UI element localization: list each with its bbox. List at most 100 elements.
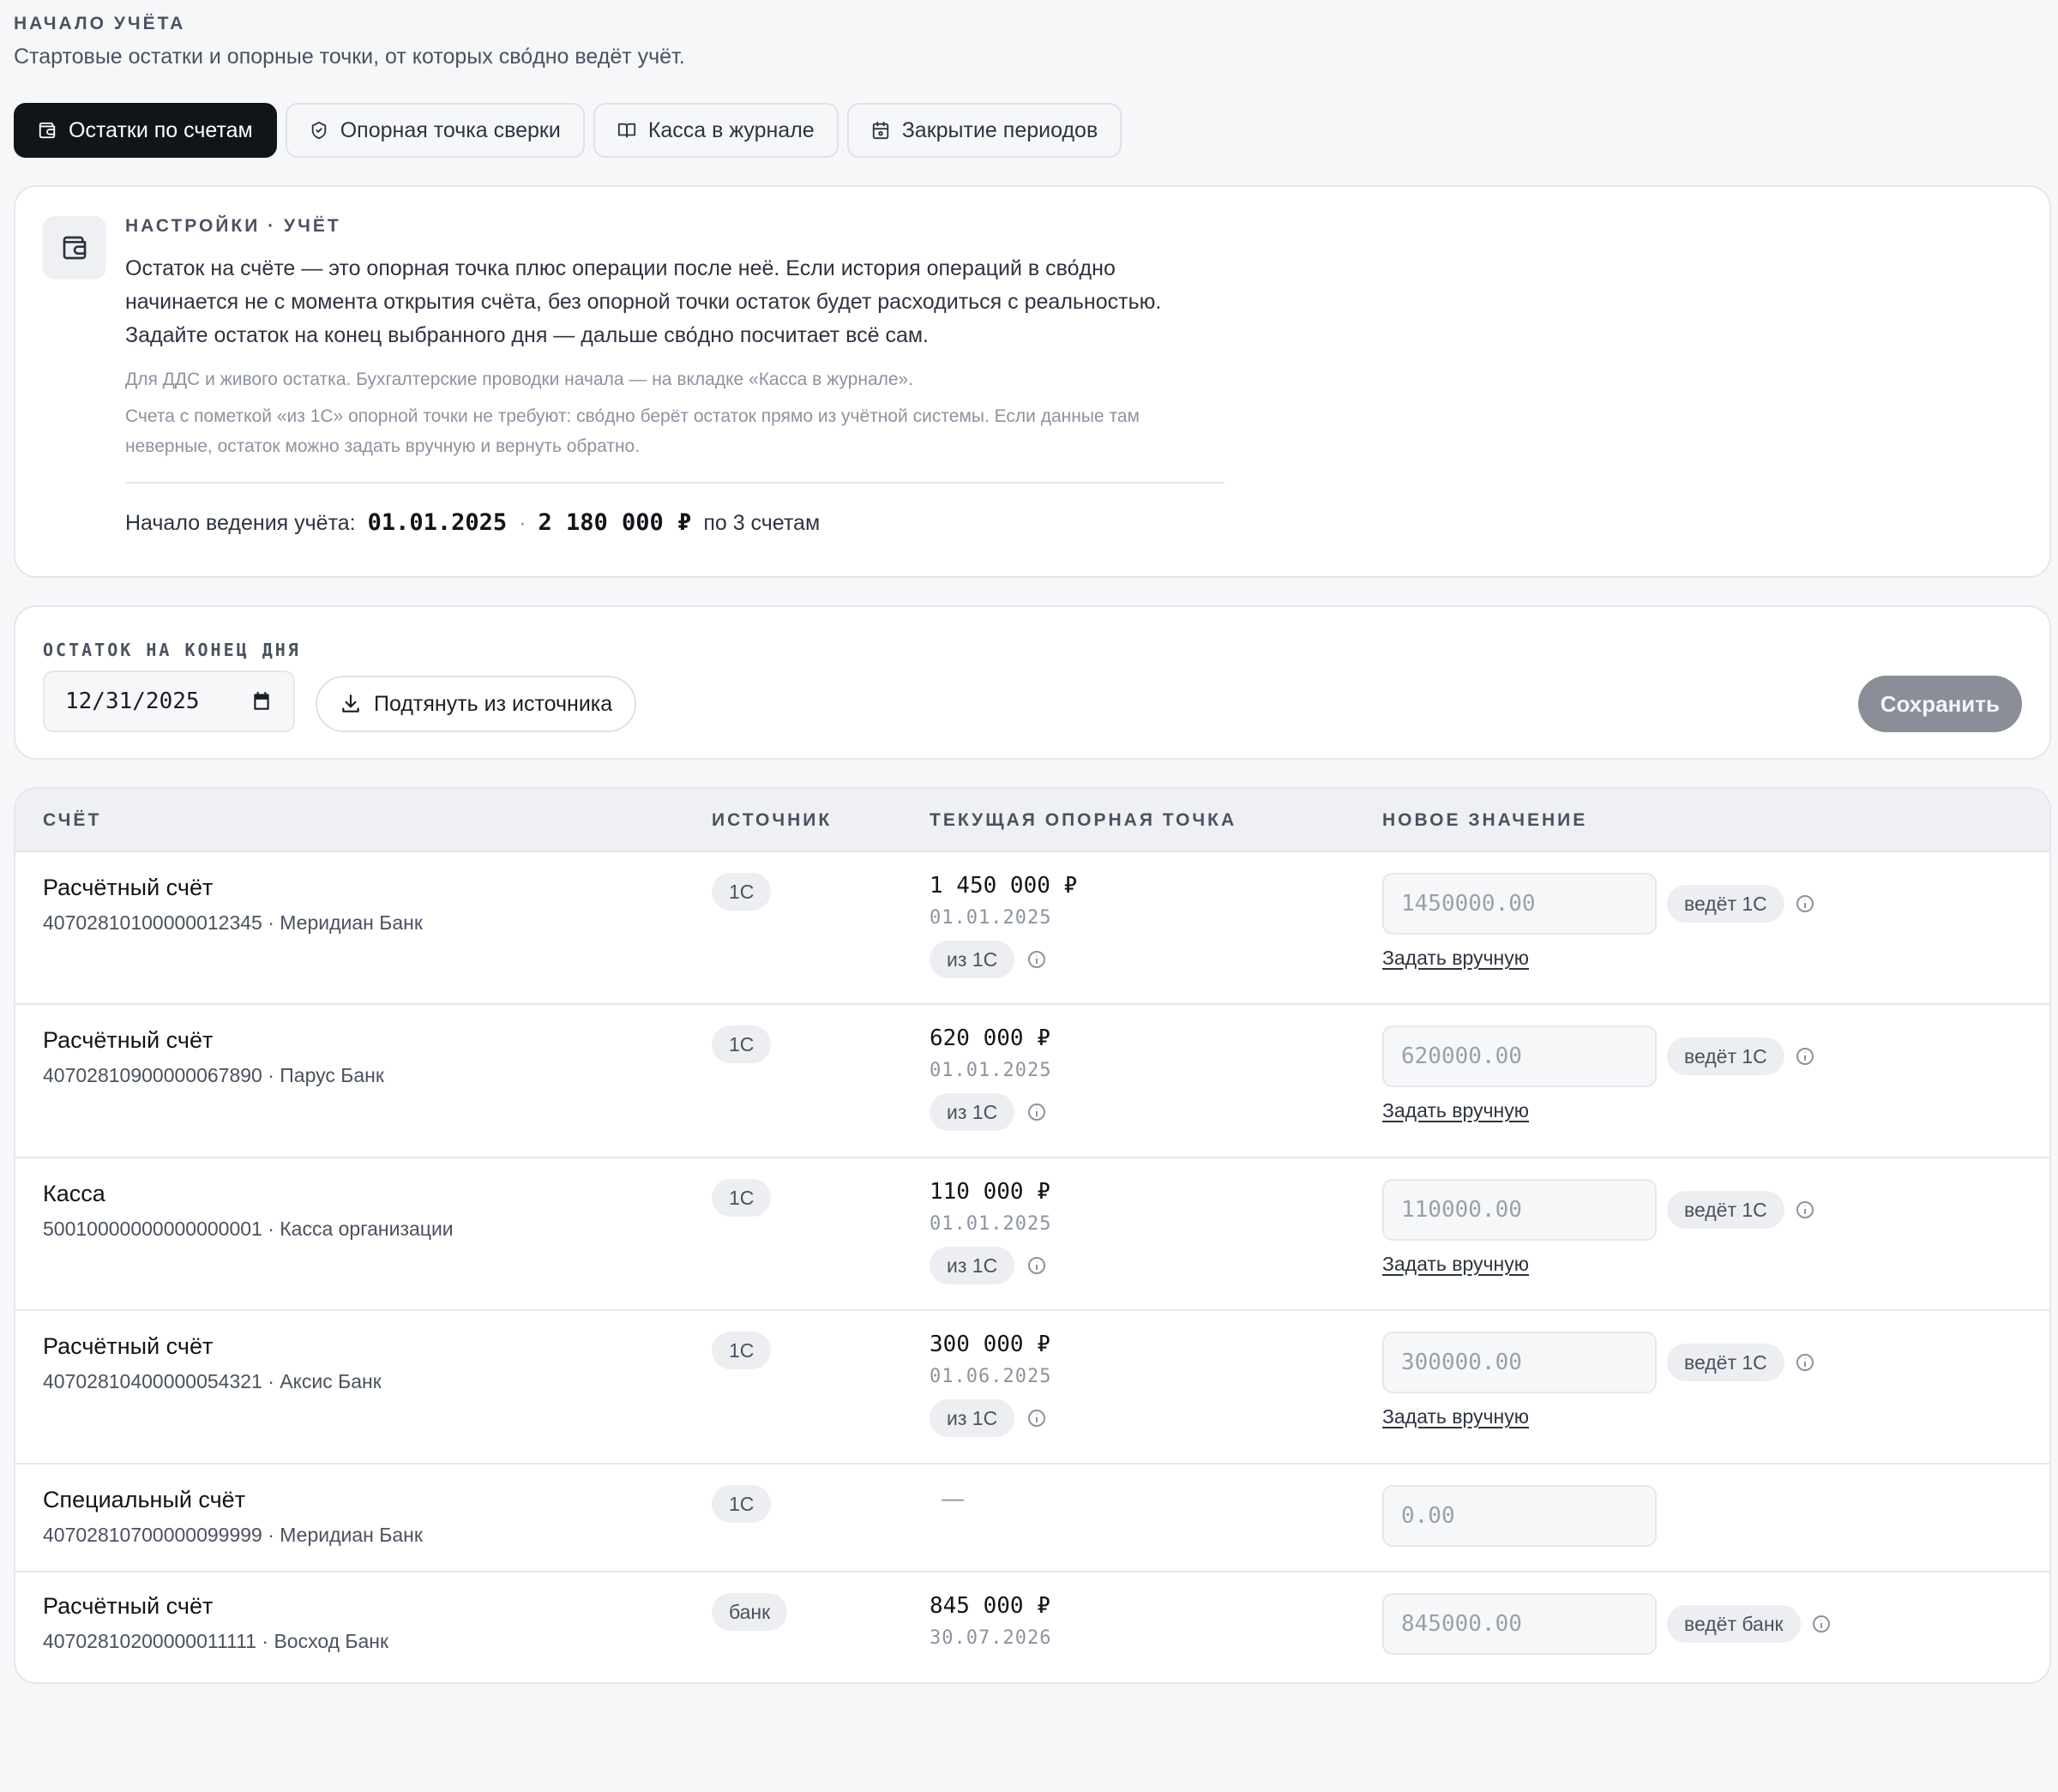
new-value-input[interactable]: 845000.00	[1382, 1593, 1657, 1655]
table-row: Касса 50010000000000000001 · Касса орган…	[15, 1158, 2049, 1311]
from-1c-badge: из 1С	[930, 941, 1015, 978]
end-of-day-label: ОСТАТОК НА КОНЕЦ ДНЯ	[43, 640, 301, 660]
settings-card: НАСТРОЙКИ · УЧЁТ Остаток на счёте — это …	[14, 185, 2051, 578]
new-value-input[interactable]: 300000.00	[1382, 1332, 1657, 1393]
account-number: 40702810200000011111 · Восход Банк	[43, 1630, 389, 1652]
info-icon[interactable]	[1026, 1408, 1047, 1428]
new-value-input[interactable]: 1450000.00	[1382, 873, 1657, 935]
accounting-start-total: 2 180 000 ₽	[538, 509, 692, 536]
accounting-start-date: 01.01.2025	[367, 509, 508, 536]
account-number: 40702810900000067890 · Парус Банк	[43, 1064, 384, 1086]
leads-badge: ведёт 1С	[1667, 1344, 1784, 1381]
info-icon[interactable]	[1795, 1200, 1815, 1220]
current-amount: 110 000 ₽	[930, 1179, 1050, 1205]
account-name: Касса	[43, 1181, 105, 1206]
table-row: Расчётный счёт 40702810200000011111 · Во…	[15, 1573, 2049, 1682]
account-number: 40702810700000099999 · Меридиан Банк	[43, 1524, 423, 1546]
settings-body: НАСТРОЙКИ · УЧЁТ Остаток на счёте — это …	[125, 216, 1231, 536]
column-header-current-point: ТЕКУЩАЯ ОПОРНАЯ ТОЧКА	[930, 810, 1237, 830]
settings-eyebrow: НАСТРОЙКИ · УЧЁТ	[125, 216, 341, 236]
pull-from-source-button[interactable]: Подтянуть из источника	[316, 676, 637, 732]
shield-check-icon	[311, 121, 326, 140]
info-icon[interactable]	[1795, 1352, 1815, 1373]
download-icon	[342, 695, 359, 713]
account-name: Специальный счёт	[43, 1487, 246, 1512]
account-name: Расчётный счёт	[43, 1027, 214, 1053]
account-name: Расчётный счёт	[43, 1593, 214, 1619]
accounting-start-label: Начало ведения учёта:	[125, 511, 356, 535]
section-subtitle: Стартовые остатки и опорные точки, от ко…	[14, 45, 685, 69]
from-1c-badge: из 1С	[930, 1247, 1015, 1284]
source-badge: 1С	[712, 1179, 772, 1217]
table-row: Расчётный счёт 40702810400000054321 · Ак…	[15, 1311, 2049, 1464]
column-header-account: СЧЁТ	[43, 810, 102, 830]
wallet-icon	[39, 122, 56, 139]
account-number: 40702810100000012345 · Меридиан Банк	[43, 911, 423, 934]
info-icon[interactable]	[1795, 893, 1815, 914]
set-manually-link[interactable]: Задать вручную	[1382, 1253, 1529, 1276]
tab-account-balances[interactable]: Остатки по счетам	[14, 103, 277, 158]
settings-note-dds: Для ДДС и живого остатка. Бухгалтерские …	[125, 370, 914, 389]
set-manually-link[interactable]: Задать вручную	[1382, 1099, 1529, 1122]
settings-description: Остаток на счёте — это опорная точка плю…	[125, 256, 1162, 347]
current-date: 01.01.2025	[930, 1213, 1052, 1235]
no-current-point: —	[942, 1485, 964, 1511]
column-header-source: ИСТОЧНИК	[712, 810, 833, 830]
info-icon[interactable]	[1811, 1614, 1832, 1634]
section-eyebrow: НАЧАЛО УЧЁТА	[14, 14, 186, 33]
wallet-icon	[63, 236, 87, 260]
from-1c-badge: из 1С	[930, 1399, 1015, 1437]
new-value-input[interactable]: 620000.00	[1382, 1025, 1657, 1087]
column-header-new-value: НОВОЕ ЗНАЧЕНИЕ	[1382, 810, 1588, 830]
settings-icon-tile	[43, 216, 106, 280]
current-date: 01.01.2025	[930, 1060, 1052, 1081]
tab-label: Опорная точка сверки	[340, 117, 561, 142]
accounting-start-summary: Начало ведения учёта: 01.01.2025 · 2 180…	[125, 509, 1231, 536]
account-number: 40702810400000054321 · Аксис Банк	[43, 1370, 382, 1392]
set-manually-link[interactable]: Задать вручную	[1382, 947, 1529, 970]
settings-note-1c: Счета с пометкой «из 1С» опорной точки н…	[125, 406, 1140, 456]
current-amount: 1 450 000 ₽	[930, 873, 1078, 899]
info-icon[interactable]	[1026, 1102, 1047, 1122]
balances-table: СЧЁТ ИСТОЧНИК ТЕКУЩАЯ ОПОРНАЯ ТОЧКА НОВО…	[14, 787, 2051, 1684]
calendar-icon[interactable]	[250, 690, 273, 713]
source-badge: 1С	[712, 1485, 772, 1523]
account-number: 50010000000000000001 · Касса организации	[43, 1218, 454, 1240]
info-icon[interactable]	[1795, 1046, 1815, 1067]
info-icon[interactable]	[1026, 1255, 1047, 1276]
summary-separator: ·	[519, 511, 527, 535]
set-manually-link[interactable]: Задать вручную	[1382, 1405, 1529, 1428]
save-button[interactable]: Сохранить	[1857, 676, 2022, 732]
current-amount: 300 000 ₽	[930, 1332, 1050, 1357]
account-name: Расчётный счёт	[43, 875, 214, 900]
settings-divider	[125, 482, 1225, 484]
leads-badge: ведёт 1С	[1667, 1191, 1784, 1229]
calendar-icon	[872, 121, 888, 140]
source-badge: 1С	[712, 1025, 772, 1063]
source-badge: 1С	[712, 1332, 772, 1369]
end-of-day-date-input[interactable]: 12/31/2025	[43, 670, 295, 732]
tab-reconciliation-point[interactable]: Опорная точка сверки	[285, 103, 585, 158]
current-amount: 845 000 ₽	[930, 1593, 1050, 1619]
new-value-input[interactable]: 0.00	[1382, 1485, 1657, 1547]
info-icon[interactable]	[1026, 949, 1047, 970]
source-badge: банк	[712, 1593, 788, 1631]
table-row: Расчётный счёт 40702810100000012345 · Ме…	[15, 852, 2049, 1005]
leads-badge: ведёт 1С	[1667, 885, 1784, 923]
tab-label: Закрытие периодов	[901, 117, 1098, 142]
table-row: Расчётный счёт 40702810900000067890 · Па…	[15, 1005, 2049, 1158]
book-icon	[617, 123, 635, 138]
account-name: Расчётный счёт	[43, 1333, 214, 1359]
tab-cash-journal[interactable]: Касса в журнале	[593, 103, 839, 158]
new-value-input[interactable]: 110000.00	[1382, 1179, 1657, 1241]
tab-bar: Остатки по счетам Опорная точка сверки К…	[14, 103, 1122, 158]
current-date: 30.07.2026	[930, 1627, 1052, 1649]
tab-period-closing[interactable]: Закрытие периодов	[846, 103, 1122, 158]
from-1c-badge: из 1С	[930, 1093, 1015, 1131]
tab-label: Остатки по счетам	[69, 117, 253, 142]
table-header: СЧЁТ ИСТОЧНИК ТЕКУЩАЯ ОПОРНАЯ ТОЧКА НОВО…	[15, 789, 2049, 852]
pull-button-label: Подтянуть из источника	[374, 691, 613, 716]
end-of-day-panel: ОСТАТОК НА КОНЕЦ ДНЯ 12/31/2025 Подтянут…	[14, 605, 2051, 760]
source-badge: 1С	[712, 873, 772, 911]
tab-label: Касса в журнале	[647, 117, 815, 142]
